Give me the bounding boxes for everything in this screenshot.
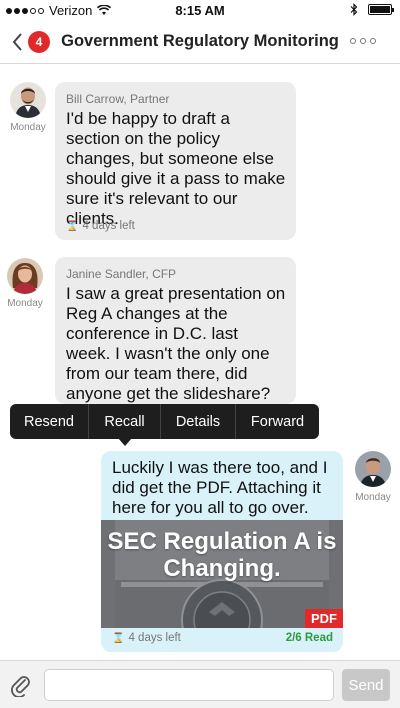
paperclip-icon[interactable] bbox=[10, 673, 32, 697]
avatar-bill-carrow[interactable] bbox=[10, 82, 46, 118]
menu-item-forward[interactable]: Forward bbox=[236, 404, 319, 439]
avatar-self[interactable] bbox=[355, 451, 391, 487]
message-input[interactable] bbox=[44, 669, 334, 701]
status-time: 8:15 AM bbox=[175, 3, 225, 18]
person-avatar-icon bbox=[10, 82, 46, 118]
message-context-menu: Resend Recall Details Forward bbox=[10, 404, 319, 439]
avatar-caption: Monday bbox=[10, 122, 46, 133]
menu-pointer bbox=[118, 438, 132, 446]
avatar-caption: Monday bbox=[355, 492, 391, 503]
unread-count-badge[interactable]: 4 bbox=[28, 31, 50, 53]
hourglass-icon: ⌛ bbox=[66, 220, 79, 232]
expiry-meta: ⌛ 4 days left bbox=[66, 220, 135, 232]
status-right bbox=[350, 3, 394, 16]
sender-name: Janine Sandler, CFP bbox=[66, 267, 177, 281]
expiry-label: 4 days left bbox=[128, 632, 181, 644]
battery-icon bbox=[368, 4, 394, 15]
status-bar: Verizon 8:15 AM bbox=[0, 0, 400, 20]
person-avatar-icon bbox=[355, 451, 391, 487]
sender-name: Bill Carrow, Partner bbox=[66, 92, 170, 106]
avatar-janine-sandler[interactable] bbox=[7, 258, 43, 294]
menu-item-recall[interactable]: Recall bbox=[89, 404, 161, 439]
hourglass-icon: ⌛ bbox=[112, 632, 125, 644]
bluetooth-icon bbox=[350, 3, 358, 16]
menu-item-resend[interactable]: Resend bbox=[10, 404, 89, 439]
chevron-left-icon[interactable] bbox=[8, 28, 28, 56]
more-dots-icon[interactable] bbox=[350, 38, 376, 44]
menu-item-details[interactable]: Details bbox=[161, 404, 236, 439]
read-status[interactable]: 2/6 Read bbox=[286, 632, 333, 644]
message-bubble[interactable]: Janine Sandler, CFP I saw a great presen… bbox=[55, 257, 296, 404]
expiry-meta: ⌛ 4 days left bbox=[112, 632, 181, 644]
message-text: I saw a great presentation on Reg A chan… bbox=[66, 284, 286, 403]
message-text: Luckily I was there too, and I did get t… bbox=[112, 458, 328, 517]
attachment-title: SEC Regulation A is Changing. bbox=[107, 528, 337, 582]
message-bubble[interactable]: Bill Carrow, Partner I'd be happy to dra… bbox=[55, 82, 296, 240]
nav-bar: 4 Government Regulatory Monitoring bbox=[0, 20, 400, 64]
expiry-label: 4 days left bbox=[82, 220, 135, 232]
pdf-attachment-thumbnail[interactable]: SEC Regulation A is Changing. PDF bbox=[101, 520, 343, 628]
avatar-caption: Monday bbox=[7, 298, 43, 309]
page-title: Government Regulatory Monitoring bbox=[61, 32, 339, 50]
compose-bar: Send bbox=[0, 660, 400, 708]
message-text: I'd be happy to draft a section on the p… bbox=[66, 109, 286, 228]
person-avatar-icon bbox=[7, 258, 43, 294]
pdf-badge: PDF bbox=[305, 609, 343, 628]
send-button[interactable]: Send bbox=[342, 669, 390, 701]
